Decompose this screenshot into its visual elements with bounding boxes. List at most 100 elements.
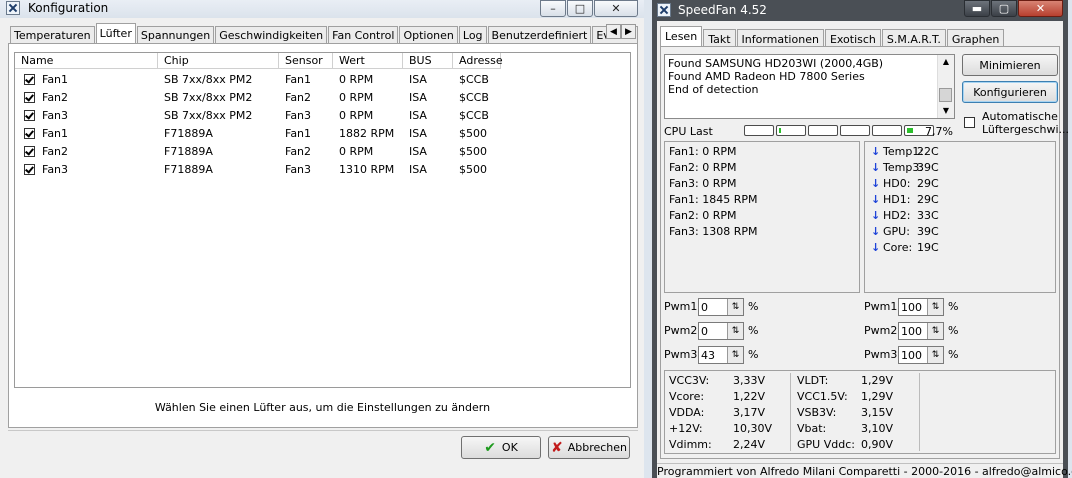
name-cell: Fan1 [15,73,158,86]
auto-fan-label-2[interactable]: Lüftergeschwi... [982,123,1069,136]
tab-log[interactable]: Log [458,26,487,44]
spin-arrows-icon[interactable]: ⇅ [927,347,943,363]
column-header-address[interactable]: Adresse [453,53,503,69]
tab-optionen[interactable]: Optionen [399,26,458,44]
speedfan-minimize-button[interactable]: ▬ [964,0,990,17]
arrow-down-icon: ↓ [871,145,881,158]
config-minimize-button[interactable]: – [540,0,566,17]
table-row[interactable]: Fan2 SB 7xx/8xx PM2 Fan2 0 RPM ISA $CCB [15,88,501,106]
fan-name: Fan1 [42,72,69,86]
spin-arrows-icon[interactable]: ⇅ [727,323,743,339]
cpu-core-fill [779,128,781,133]
minimize-button[interactable]: Minimieren [962,54,1058,76]
pwm-value[interactable]: 100 [901,325,922,338]
pwm-value[interactable]: 43 [701,349,715,362]
pwm-value[interactable]: 100 [901,349,922,362]
pwm-value[interactable]: 0 [701,325,708,338]
pwm-spinner[interactable]: 43 ⇅ [698,346,744,364]
speedfan-close-button[interactable]: ✕ [1018,0,1063,17]
fan-enabled-checkbox[interactable] [24,73,35,85]
cpu-core-meter [840,125,870,136]
table-row[interactable]: Fan1 F71889A Fan1 1882 RPM ISA $500 [15,124,501,142]
fan-enabled-checkbox[interactable] [24,127,35,139]
column-header-sensor[interactable]: Sensor [279,53,333,69]
pwm-value[interactable]: 0 [701,301,708,314]
scroll-down-icon[interactable]: ▼ [938,104,954,118]
temperature-reading: ↓ Temp1:22C [871,145,939,158]
configure-button[interactable]: Konfigurieren [962,81,1058,103]
column-header-name[interactable]: Name [15,53,158,69]
fan-enabled-checkbox[interactable] [24,163,35,175]
fan-sensor-cell: Fan3 [285,162,312,176]
spin-arrows-icon[interactable]: ⇅ [727,347,743,363]
config-close-button[interactable]: ✕ [594,0,638,17]
fan-list[interactable]: Name Chip Sensor Wert BUS Adresse Fan1 SB… [14,52,631,388]
speedfan-maximize-button[interactable]: ▢ [991,0,1017,17]
ok-button[interactable]: ✔ OK [461,436,541,459]
tab-graphen[interactable]: Graphen [946,29,1005,47]
cancel-button[interactable]: ✘ Abbrechen [548,436,630,459]
fan-speed-reading: Fan3: 1308 RPM [669,225,758,238]
tab-takt[interactable]: Takt [703,29,736,47]
voltage-name: Vdimm: [669,438,712,451]
pwm-spinner[interactable]: 100 ⇅ [898,298,944,316]
table-row[interactable]: Fan2 F71889A Fan2 0 RPM ISA $500 [15,142,501,160]
voltage-value: 1,22V [733,390,766,403]
table-row[interactable]: Fan1 SB 7xx/8xx PM2 Fan1 0 RPM ISA $CCB [15,70,501,88]
tab-lesen[interactable]: Lesen [660,26,703,47]
temperature-value: 19C [917,241,939,254]
tab-fan-control[interactable]: Fan Control [328,26,399,44]
spin-arrows-icon[interactable]: ⇅ [727,299,743,315]
auto-fan-label-1[interactable]: Automatische [982,110,1058,123]
arrow-down-icon: ↓ [871,209,881,222]
voltage-value: 3,33V [733,374,766,387]
spin-arrows-icon[interactable]: ⇅ [927,299,943,315]
temperature-reading: ↓ HD2: 33C [871,209,939,222]
auto-fan-checkbox[interactable] [964,117,975,128]
tab-temperaturen[interactable]: Temperaturen [10,26,95,44]
temperature-value: 22C [917,145,939,158]
config-titlebar[interactable]: Konfiguration – □ ✕ [0,0,644,18]
log-scrollbar[interactable]: ▲ ▼ [937,55,954,118]
cpu-usage-value: 7,7% [925,125,953,138]
fan-enabled-checkbox[interactable] [24,109,35,121]
tab-scroll-left-icon[interactable]: ◀ [606,24,621,39]
scroll-thumb[interactable] [939,88,952,102]
pwm-spinner[interactable]: 0 ⇅ [698,322,744,340]
fan-enabled-checkbox[interactable] [24,145,35,157]
config-bottom-separator [8,430,638,431]
tab-informationen[interactable]: Informationen [736,29,824,47]
temperature-name: Temp1: [883,145,924,158]
tab-benutzerdefiniert[interactable]: Benutzerdefiniert [487,26,592,44]
tab-exotisch[interactable]: Exotisch [824,29,881,47]
column-header-value[interactable]: Wert [333,53,403,69]
tab-spannungen[interactable]: Spannungen [136,26,215,44]
table-row[interactable]: Fan3 SB 7xx/8xx PM2 Fan3 0 RPM ISA $CCB [15,106,501,124]
column-header-bus[interactable]: BUS [403,53,453,69]
fan-enabled-checkbox[interactable] [24,91,35,103]
tab-scroll-right-icon[interactable]: ▶ [621,24,636,39]
fan-name: Fan3 [42,108,69,122]
speedfan-titlebar[interactable]: SpeedFan 4.52 ▬ ▢ ✕ [652,0,1068,20]
fan-list-header: Name Chip Sensor Wert BUS Adresse [15,53,503,69]
footer-credits: Programmiert von Alfredo Milani Comparet… [657,463,1072,478]
fan-value-cell: 0 RPM [339,72,374,86]
spin-arrows-icon[interactable]: ⇅ [927,323,943,339]
scroll-up-icon[interactable]: ▲ [938,55,954,69]
temperature-panel: ↓ Temp1:22C ↓ Temp3:39C ↓ HD0: 29C ↓ HD1: 29C ↓ HD2… [864,141,1056,293]
pwm-spinner[interactable]: 100 ⇅ [898,346,944,364]
column-header-chip[interactable]: Chip [158,53,279,69]
config-maximize-button[interactable]: □ [567,0,593,17]
arrow-down-icon: ↓ [871,225,881,238]
voltage-name: VLDT: [797,374,829,387]
detection-log[interactable]: Found SAMSUNG HD203WI (2000,4GB) Found A… [664,54,955,119]
table-row[interactable]: Fan3 F71889A Fan3 1310 RPM ISA $500 [15,160,501,178]
tab-s-m-a-r-t-[interactable]: S.M.A.R.T. [881,29,946,47]
cpu-core-meter [776,125,806,136]
tab-l-fter[interactable]: Lüfter [95,23,136,44]
pwm-value[interactable]: 100 [901,301,922,314]
fan-speed-reading: Fan2: 0 RPM [669,209,737,222]
pwm-spinner[interactable]: 100 ⇅ [898,322,944,340]
tab-geschwindigkeiten[interactable]: Geschwindigkeiten [215,26,328,44]
pwm-spinner[interactable]: 0 ⇅ [698,298,744,316]
